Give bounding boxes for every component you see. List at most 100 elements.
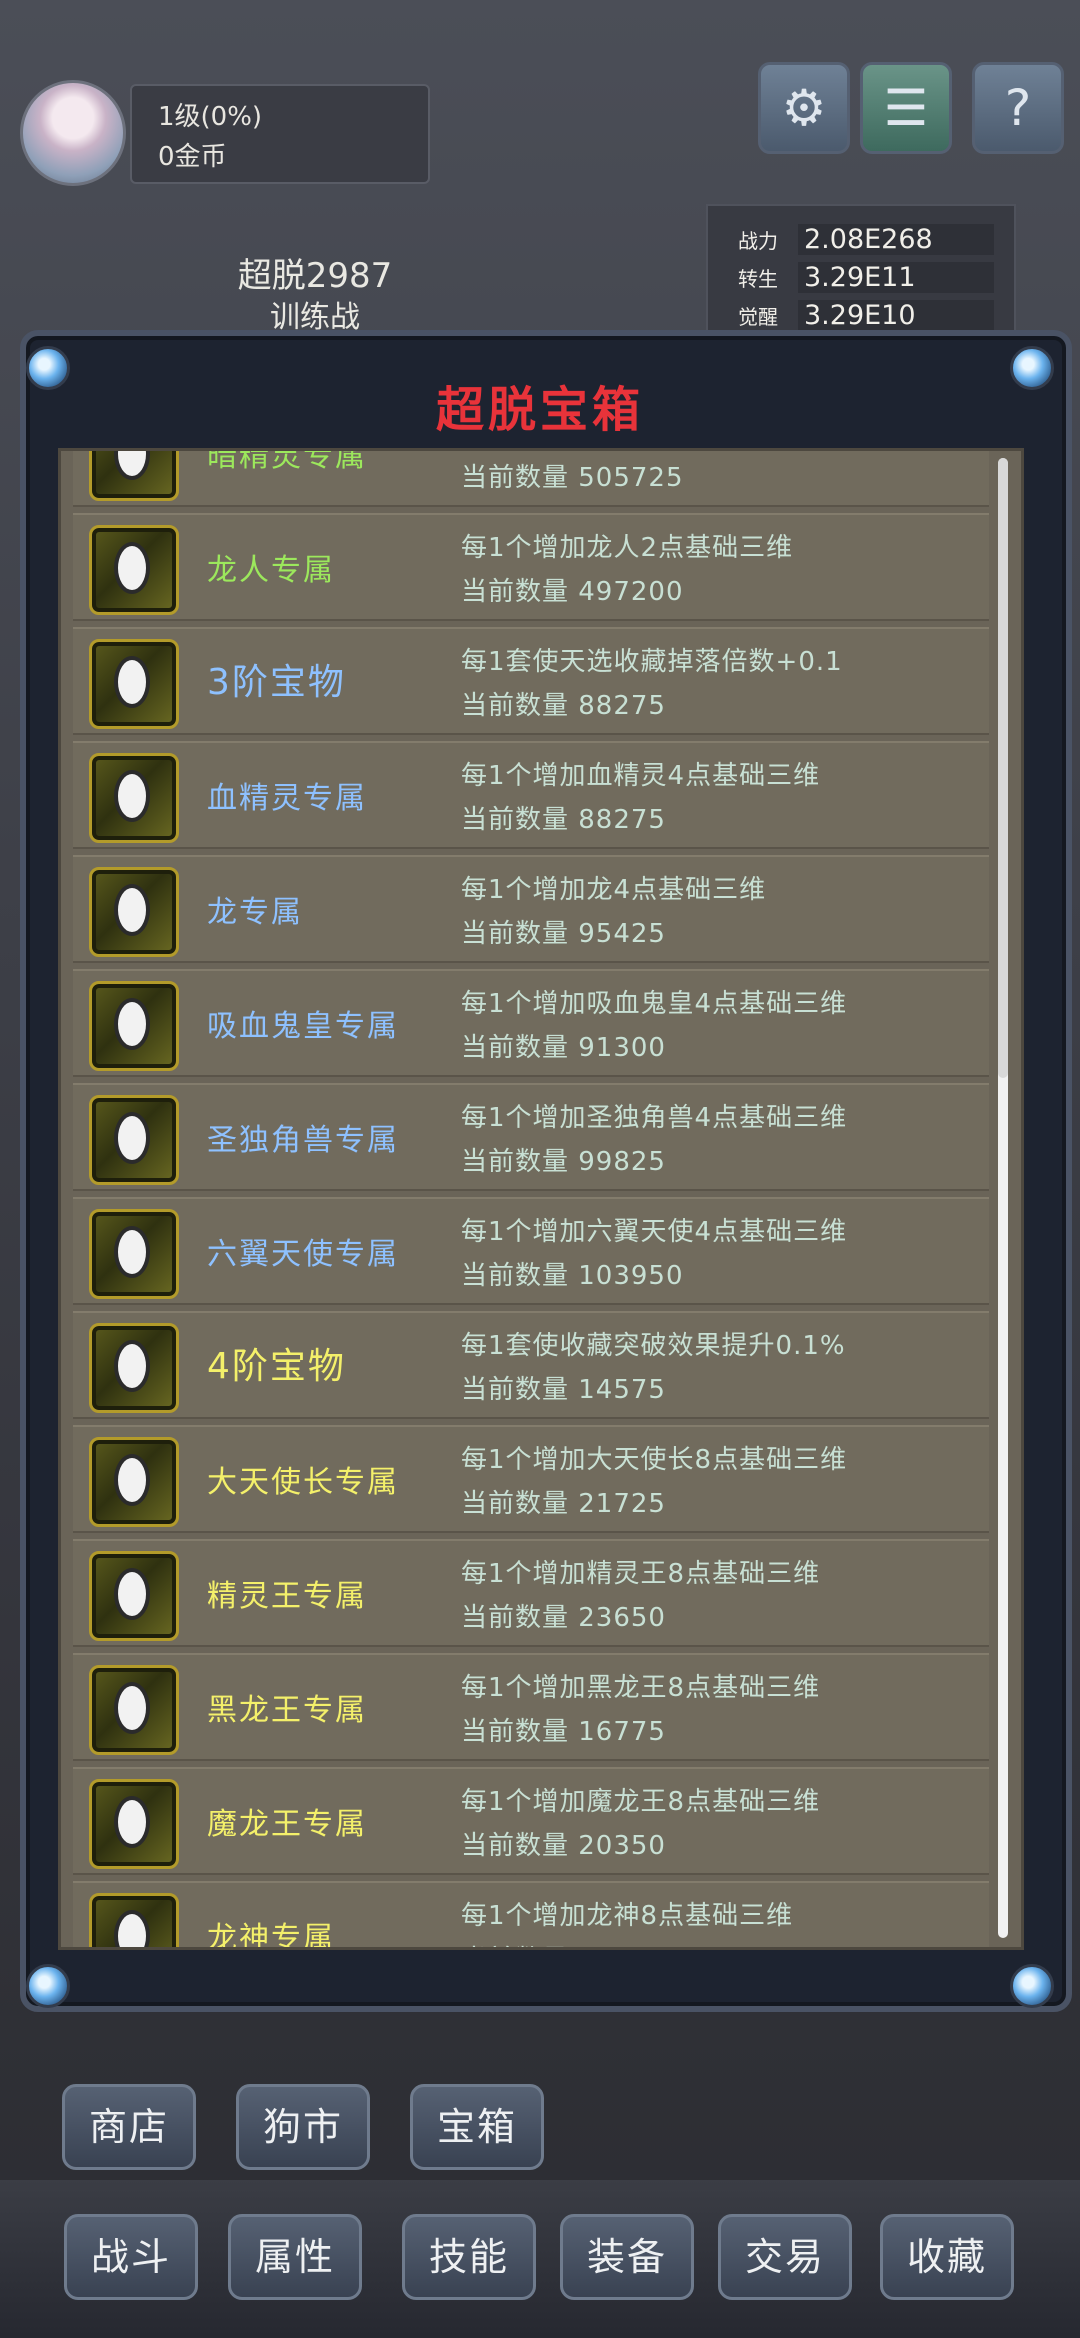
rabbit-emblem-icon [114, 656, 150, 708]
item-description: 每1个增加圣独角兽4点基础三维 [461, 1103, 848, 1133]
list-item[interactable]: 血精灵专属 每1个增加血精灵4点基础三维 当前数量 88275 [73, 741, 989, 849]
stats-panel: 战力 2.08E268 转生 3.29E11 觉醒 3.29E10 [706, 204, 1016, 338]
menu-button[interactable]: ☰ [860, 62, 952, 154]
rabbit-emblem-icon [114, 884, 150, 936]
item-description: 每1个增加大天使长8点基础三维 [461, 1445, 848, 1475]
menu-icon: ☰ [883, 79, 929, 137]
stat-row-power: 战力 2.08E268 [738, 224, 994, 255]
item-name: 魔龙王专属 [207, 1807, 367, 1842]
list-item[interactable]: 龙专属 每1个增加龙4点基础三维 当前数量 95425 [73, 855, 989, 963]
item-description: 每1个增加魔龙王8点基础三维 [461, 1787, 821, 1817]
list-item[interactable]: 暗精灵专属 每1个增加暗精灵4点基础三维当前数量 505725 [73, 448, 989, 507]
list-item[interactable]: 精灵王专属 每1个增加精灵王8点基础三维 当前数量 23650 [73, 1539, 989, 1647]
item-count: 当前数量 95425 [461, 919, 666, 949]
chest-icon [89, 451, 179, 501]
rabbit-emblem-icon [114, 542, 150, 594]
item-name: 龙人专属 [207, 553, 335, 588]
list-item[interactable]: 3阶宝物 每1套使天选收藏掉落倍数+0.1 当前数量 88275 [73, 627, 989, 735]
tab-skills[interactable]: 技能 [402, 2214, 536, 2300]
item-name: 4阶宝物 [207, 1346, 346, 1387]
list-item[interactable]: 大天使长专属 每1个增加大天使长8点基础三维 当前数量 21725 [73, 1425, 989, 1533]
rabbit-emblem-icon [114, 1796, 150, 1848]
list-item[interactable]: 4阶宝物 每1套使收藏突破效果提升0.1% 当前数量 14575 [73, 1311, 989, 1419]
player-info-box: 1级(0%) 0金币 [130, 84, 430, 184]
item-count: 当前数量 88275 [461, 691, 666, 721]
rabbit-emblem-icon [114, 770, 150, 822]
item-name: 龙神专属 [207, 1921, 335, 1950]
rabbit-emblem-icon [114, 1568, 150, 1620]
chest-icon [89, 1323, 179, 1413]
tab-trade[interactable]: 交易 [718, 2214, 852, 2300]
settings-button[interactable]: ⚙ [758, 62, 850, 154]
rabbit-emblem-icon [114, 1454, 150, 1506]
tab-dog-market[interactable]: 狗市 [236, 2084, 370, 2170]
item-name: 3阶宝物 [207, 662, 346, 703]
scrollbar[interactable] [998, 458, 1008, 1938]
chest-icon [89, 1437, 179, 1527]
tab-shop[interactable]: 商店 [62, 2084, 196, 2170]
rabbit-emblem-icon [114, 1340, 150, 1392]
item-count: 当前数量 14575 [461, 1375, 666, 1405]
gem-icon [1010, 1964, 1054, 2008]
item-count: 当前数量 20350 [461, 1831, 666, 1861]
item-count: 当前数量 497200 [461, 577, 684, 607]
chest-icon [89, 867, 179, 957]
tab-equipment[interactable]: 装备 [560, 2214, 694, 2300]
item-description: 每1个增加六翼天使4点基础三维 [461, 1217, 848, 1247]
stat-row-awaken: 觉醒 3.29E10 [738, 300, 994, 331]
rabbit-emblem-icon [114, 1112, 150, 1164]
stage-title: 超脱2987 [237, 256, 393, 296]
avatar[interactable] [20, 80, 126, 186]
list-item[interactable]: 黑龙王专属 每1个增加黑龙王8点基础三维 当前数量 16775 [73, 1653, 989, 1761]
help-button[interactable]: ? [972, 62, 1064, 154]
chest-icon [89, 1209, 179, 1299]
list-item[interactable]: 龙人专属 每1个增加龙人2点基础三维 当前数量 497200 [73, 513, 989, 621]
stat-value: 3.29E10 [798, 300, 994, 331]
chest-icon [89, 1551, 179, 1641]
chest-icon [89, 1779, 179, 1869]
item-description: 每1个增加龙神8点基础三维 [461, 1901, 794, 1931]
tab-battle[interactable]: 战斗 [64, 2214, 198, 2300]
chest-icon [89, 639, 179, 729]
stat-value: 2.08E268 [798, 224, 994, 255]
chest-icon [89, 753, 179, 843]
item-count: 当前数量 16775 [461, 1717, 666, 1747]
chest-icon [89, 1095, 179, 1185]
tab-collection[interactable]: 收藏 [880, 2214, 1014, 2300]
list-item[interactable]: 魔龙王专属 每1个增加魔龙王8点基础三维 当前数量 20350 [73, 1767, 989, 1875]
item-count: 当前数量 21725 [461, 1489, 666, 1519]
item-name: 六翼天使专属 [207, 1237, 399, 1272]
list-item[interactable]: 龙神专属 每1个增加龙神8点基础三维当前数量 14575 [73, 1881, 989, 1950]
chest-icon [89, 525, 179, 615]
item-description: 每1个增加暗精灵4点基础三维 [461, 448, 820, 450]
scrollbar-thumb[interactable] [998, 458, 1008, 1078]
gem-icon [26, 1964, 70, 2008]
item-name: 精灵王专属 [207, 1579, 367, 1614]
chest-icon [89, 1665, 179, 1755]
question-icon: ? [1004, 79, 1032, 137]
item-description: 每1个增加吸血鬼皇4点基础三维 [461, 989, 848, 1019]
item-description: 每1个增加龙4点基础三维 [461, 875, 767, 905]
rabbit-emblem-icon [114, 1682, 150, 1734]
item-description: 每1个增加黑龙王8点基础三维 [461, 1673, 821, 1703]
player-gold: 0金币 [158, 142, 227, 172]
item-name: 血精灵专属 [207, 781, 367, 816]
rabbit-emblem-icon [114, 998, 150, 1050]
tab-attributes[interactable]: 属性 [228, 2214, 362, 2300]
gear-icon: ⚙ [781, 79, 827, 137]
list-item[interactable]: 圣独角兽专属 每1个增加圣独角兽4点基础三维 当前数量 99825 [73, 1083, 989, 1191]
stat-value: 3.29E11 [798, 262, 994, 293]
chest-list[interactable]: 暗精灵专属每1个增加暗精灵4点基础三维当前数量 505725龙人专属每1个增加龙… [58, 448, 1024, 1950]
item-count: 当前数量 99825 [461, 1147, 666, 1177]
item-description: 每1个增加血精灵4点基础三维 [461, 761, 821, 791]
stat-row-rebirth: 转生 3.29E11 [738, 262, 994, 293]
item-count: 当前数量 14575 [461, 1939, 666, 1947]
item-count: 当前数量 103950 [461, 1261, 684, 1291]
rabbit-emblem-icon [114, 1226, 150, 1278]
item-description: 每1个增加龙人2点基础三维 [461, 533, 794, 563]
player-level: 1级(0%) [158, 102, 263, 132]
tab-chest[interactable]: 宝箱 [410, 2084, 544, 2170]
list-item[interactable]: 吸血鬼皇专属 每1个增加吸血鬼皇4点基础三维 当前数量 91300 [73, 969, 989, 1077]
item-name: 黑龙王专属 [207, 1693, 367, 1728]
list-item[interactable]: 六翼天使专属 每1个增加六翼天使4点基础三维 当前数量 103950 [73, 1197, 989, 1305]
